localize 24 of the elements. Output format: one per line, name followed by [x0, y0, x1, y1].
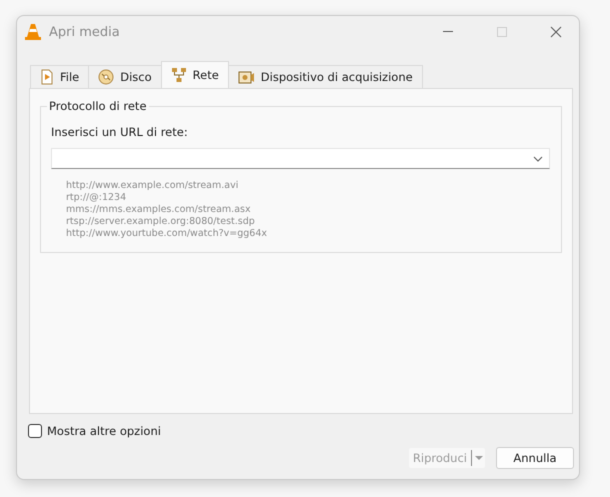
checkbox-label[interactable]: Mostra altre opzioni [47, 424, 161, 438]
network-icon [170, 67, 187, 83]
close-icon[interactable] [550, 26, 562, 38]
example-url: rtp://@:1234 [66, 192, 128, 204]
minimize-icon[interactable] [443, 31, 453, 33]
chevron-down-icon [533, 156, 543, 162]
tab[interactable]: File [30, 65, 90, 88]
example-url: mms://mms.examples.com/stream.asx [66, 204, 252, 216]
tab[interactable]: Rete [160, 61, 229, 88]
field-label: Inserisci un URL di rete: [51, 125, 189, 139]
disc-icon [98, 69, 114, 85]
capture-device-icon [238, 70, 255, 84]
tab[interactable]: Dispositivo di acquisizione [228, 65, 423, 88]
example-url: http://www.yourtube.com/watch?v=gg64x [66, 228, 268, 240]
group-title: Protocollo di rete [47, 99, 149, 113]
url-combo-field[interactable] [51, 148, 550, 169]
document-play-icon [40, 69, 54, 85]
example-url: rtsp://server.example.org:8080/test.sdp [66, 216, 256, 228]
window-title: Apri media [49, 24, 121, 40]
cancel-button[interactable]: Annulla [496, 447, 574, 469]
caret-down-icon [474, 456, 482, 460]
example-url: http://www.example.com/stream.avi [66, 180, 240, 192]
traffic-cone-icon [25, 23, 41, 41]
checkbox[interactable] [28, 424, 42, 438]
